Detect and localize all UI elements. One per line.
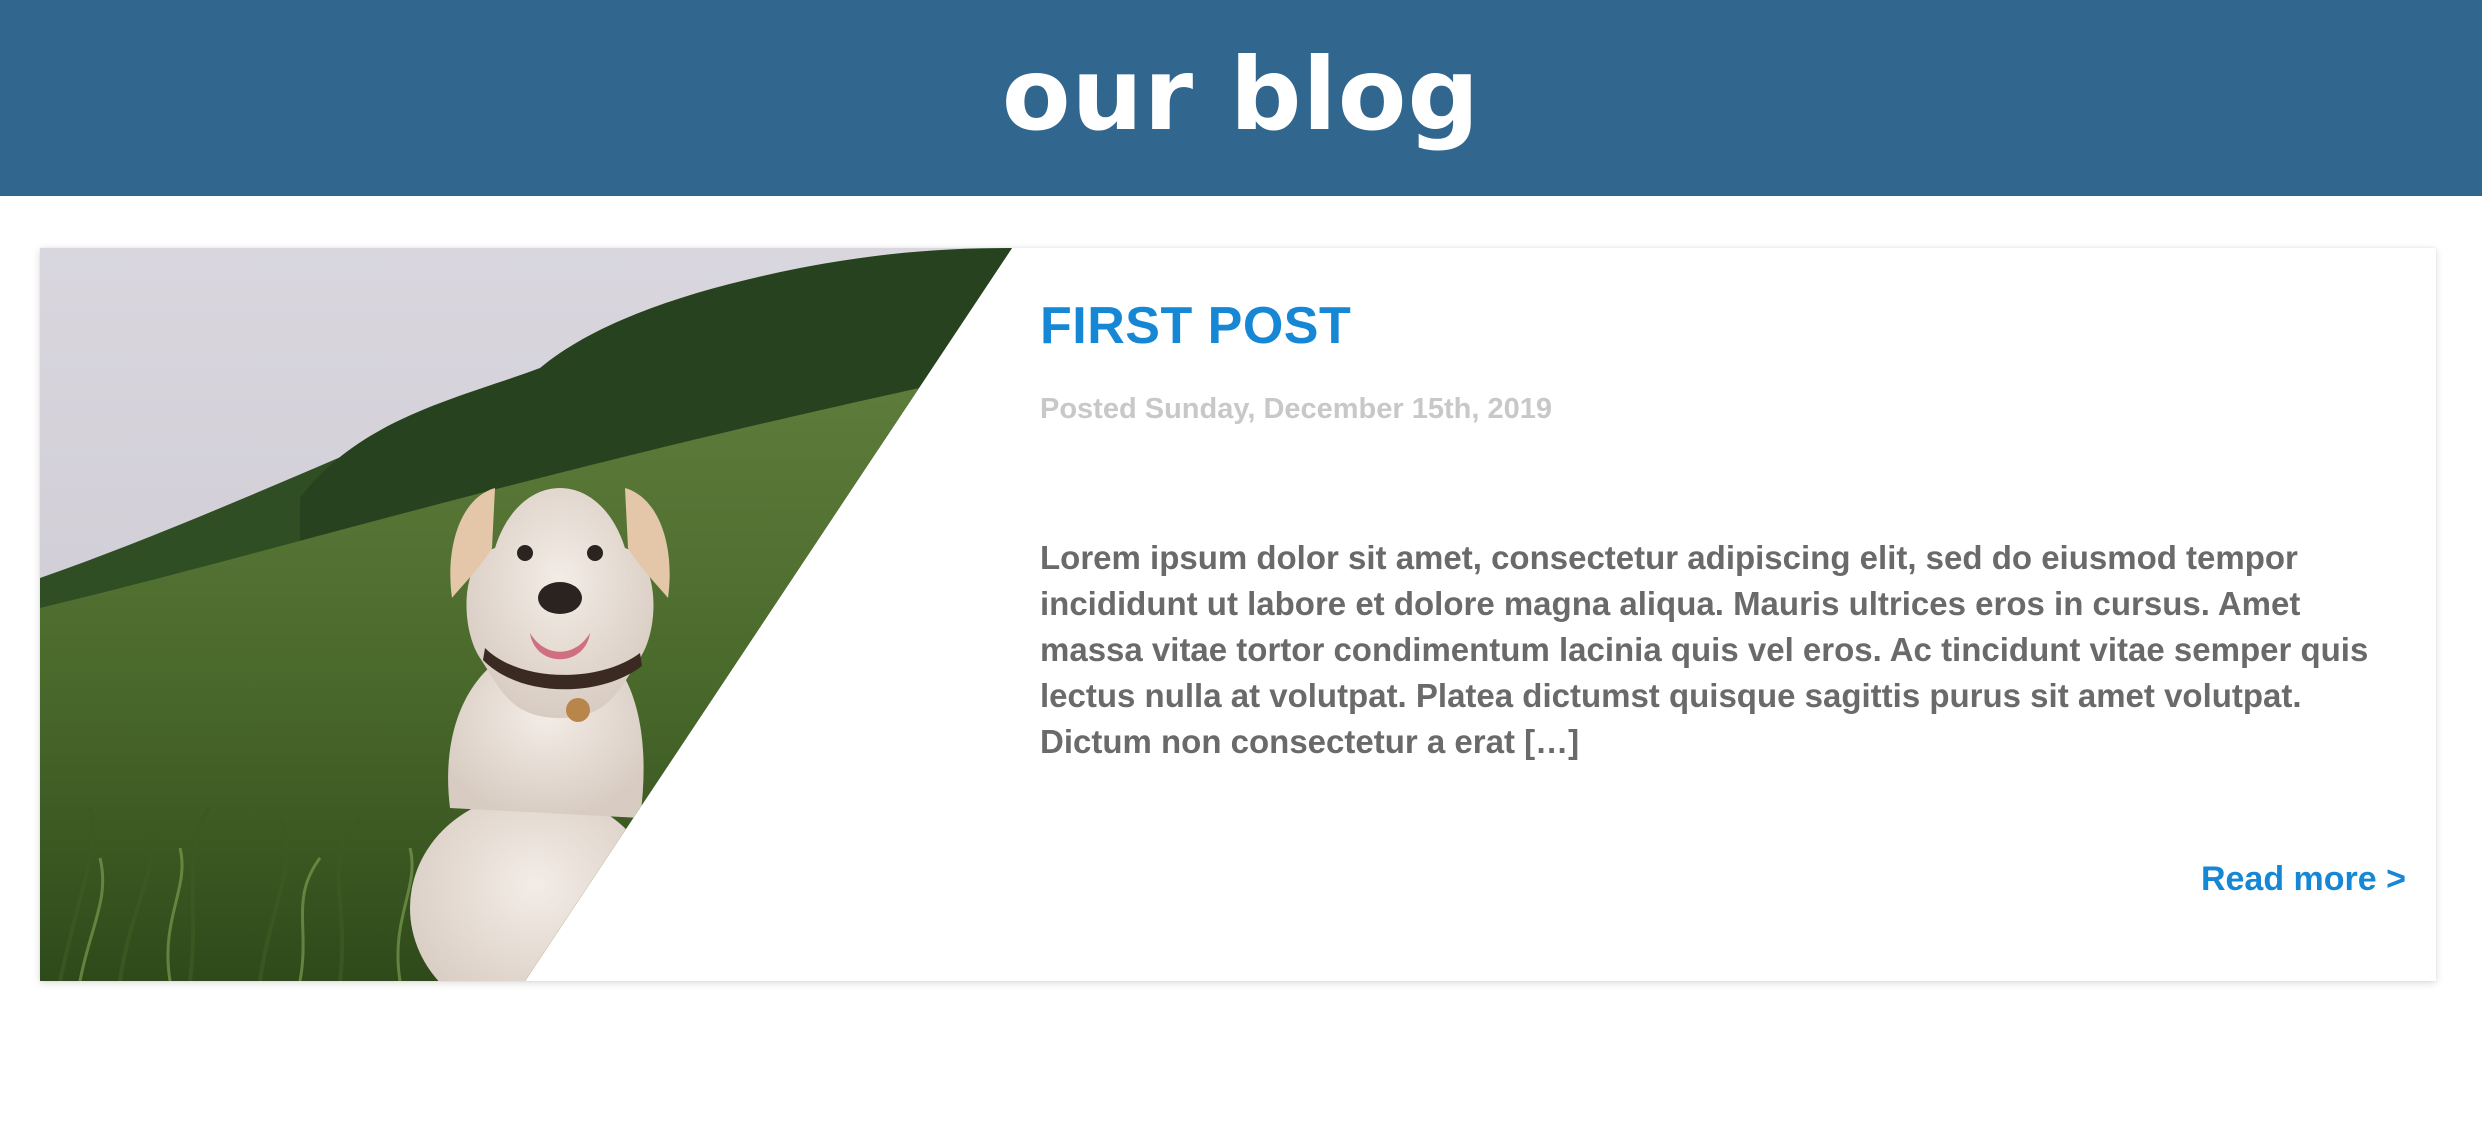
blog-post-card: FIRST POST Posted Sunday, December 15th,… [40, 248, 2436, 981]
post-date: Posted Sunday, December 15th, 2019 [1040, 393, 1553, 425]
post-image [40, 248, 1012, 981]
page-header: our blog [0, 0, 2482, 196]
read-more-link[interactable]: Read more > [2201, 860, 2406, 899]
page-title: our blog [1001, 36, 1481, 153]
post-title-link[interactable]: FIRST POST [1040, 296, 1351, 356]
post-excerpt: Lorem ipsum dolor sit amet, consectetur … [1040, 539, 2369, 760]
post-content: FIRST POST Posted Sunday, December 15th,… [1040, 248, 2406, 981]
